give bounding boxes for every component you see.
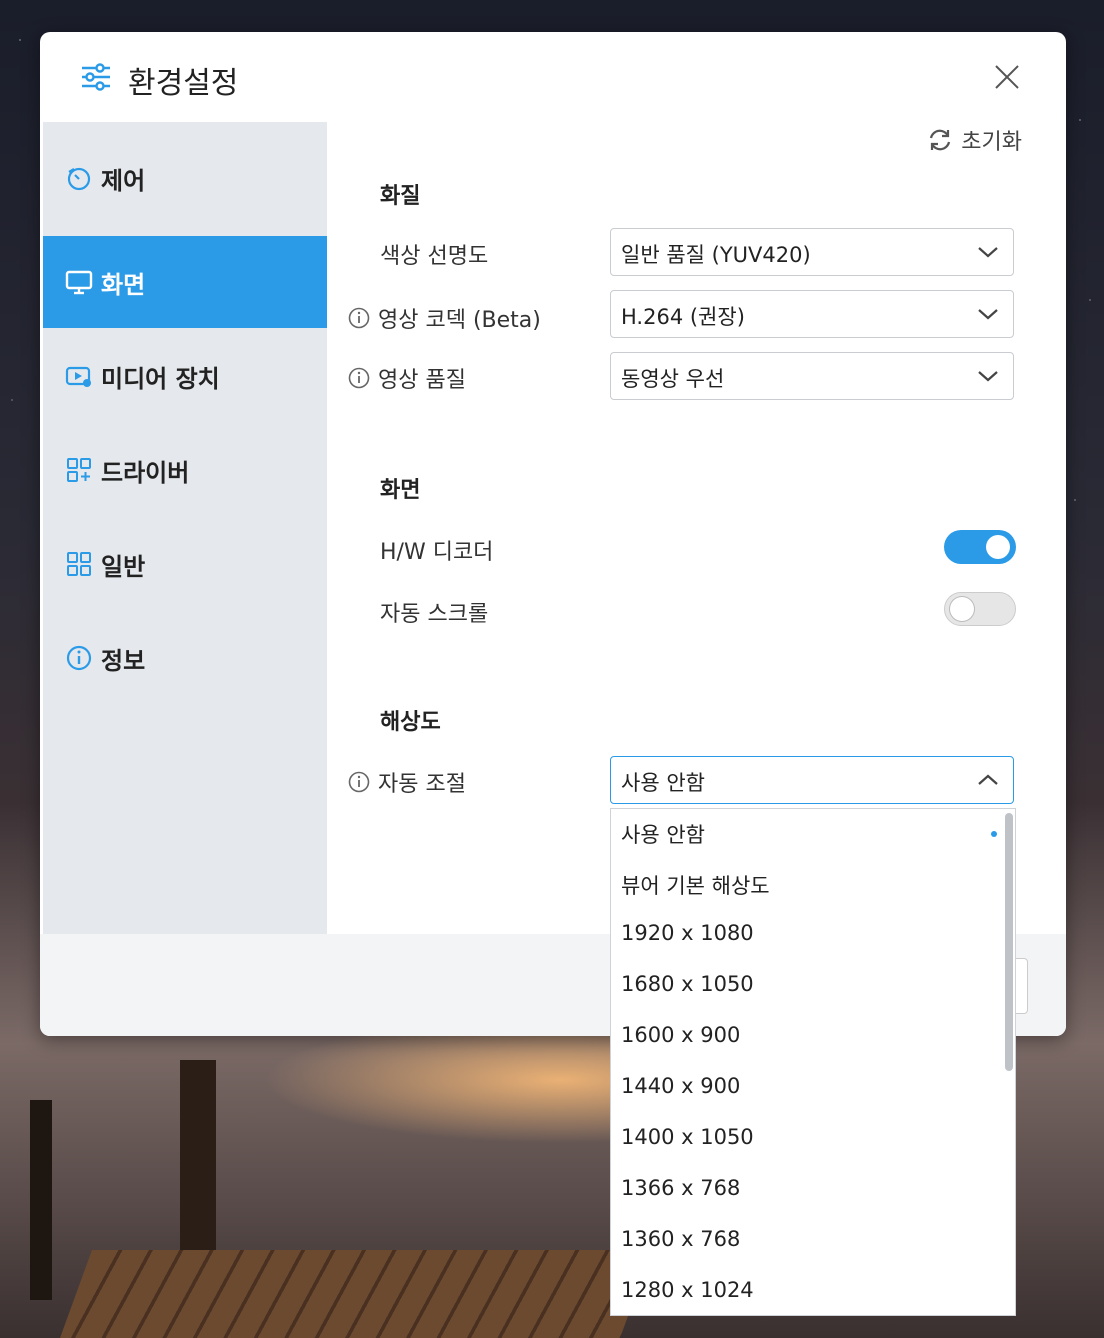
chevron-down-icon (978, 247, 998, 258)
title-bar: 환경설정 (40, 32, 1066, 122)
dropdown-option[interactable]: 1400 x 1050 (621, 1125, 754, 1149)
sidebar-item-control[interactable]: 제어 (43, 132, 327, 224)
dropdown-option[interactable]: 사용 안함 (621, 819, 705, 849)
auto-scroll-toggle[interactable] (944, 592, 1016, 626)
control-icon (67, 167, 91, 191)
media-device-icon (65, 366, 91, 387)
dropdown-scrollbar[interactable] (1005, 813, 1013, 1071)
auto-adjust-value: 사용 안함 (621, 771, 705, 795)
auto-scroll-label: 자동 스크롤 (380, 596, 488, 628)
sidebar-item-label: 정보 (101, 646, 146, 675)
sidebar-item-label: 제어 (101, 166, 146, 195)
sidebar-item-general[interactable]: 일반 (43, 518, 327, 610)
video-quality-select[interactable]: 동영상 우선 (610, 352, 1014, 400)
info-icon[interactable] (348, 367, 370, 389)
sidebar-item-screen[interactable]: 화면 (43, 236, 327, 328)
sidebar-item-label: 미디어 장치 (101, 364, 220, 393)
sidebar-item-media-device[interactable]: 미디어 장치 (43, 330, 327, 422)
resolution-dropdown-list: 사용 안함 뷰어 기본 해상도 1920 x 1080 1680 x 1050 … (610, 808, 1016, 1316)
sidebar-item-info[interactable]: 정보 (43, 612, 327, 704)
info-icon (66, 645, 92, 671)
sidebar-item-label: 일반 (101, 552, 146, 581)
dropdown-option[interactable]: 1366 x 768 (621, 1176, 740, 1200)
dropdown-option[interactable]: 뷰어 기본 해상도 (621, 870, 770, 900)
dialog-title: 환경설정 (128, 66, 239, 101)
close-icon[interactable] (992, 62, 1022, 92)
color-clarity-label-text: 색상 선명도 (380, 244, 489, 269)
info-icon[interactable] (348, 771, 370, 793)
screen-section-title: 화면 (380, 478, 421, 503)
sidebar-item-label: 드라이버 (101, 458, 190, 487)
video-codec-label-text: 영상 코덱 (Beta) (378, 308, 541, 333)
resolution-section-title: 해상도 (380, 710, 441, 735)
dropdown-option[interactable]: 1680 x 1050 (621, 972, 754, 996)
video-codec-select[interactable]: H.264 (권장) (610, 290, 1014, 338)
video-codec-label: 영상 코덱 (Beta) (348, 302, 541, 334)
refresh-icon (930, 129, 951, 151)
color-clarity-label: 색상 선명도 (380, 238, 488, 270)
reset-label: 초기화 (961, 130, 1022, 155)
grid-icon (67, 552, 91, 576)
settings-sliders-icon (82, 63, 110, 91)
hw-decoder-toggle[interactable] (944, 530, 1016, 564)
dropdown-option[interactable]: 1280 x 1024 (621, 1278, 754, 1302)
hw-decoder-label: H/W 디코더 (380, 534, 493, 566)
dropdown-option[interactable]: 1360 x 768 (621, 1227, 740, 1251)
auto-scroll-label-text: 자동 스크롤 (380, 602, 489, 627)
color-clarity-value: 일반 품질 (YUV420) (621, 243, 811, 267)
selected-indicator (991, 831, 997, 837)
chevron-down-icon (978, 371, 998, 382)
sidebar-item-driver[interactable]: 드라이버 (43, 424, 327, 516)
auto-adjust-label: 자동 조절 (348, 766, 466, 798)
video-quality-label-text: 영상 품질 (378, 368, 466, 393)
hw-decoder-label-text: H/W 디코더 (380, 540, 494, 565)
pier-post (180, 1060, 216, 1280)
pier-deck (60, 1250, 653, 1338)
dropdown-option[interactable]: 1440 x 900 (621, 1074, 740, 1098)
driver-icon (67, 458, 91, 482)
dropdown-option[interactable]: 1600 x 900 (621, 1023, 740, 1047)
dropdown-option[interactable]: 1920 x 1080 (621, 921, 754, 945)
video-quality-label: 영상 품질 (348, 362, 466, 394)
sidebar: 제어 화면 미디어 장치 드라이버 일반 정보 (43, 122, 327, 934)
monitor-icon (65, 270, 93, 295)
pier-post (30, 1100, 52, 1300)
quality-section-title: 화질 (380, 184, 421, 209)
toggle-knob (986, 535, 1010, 559)
chevron-up-icon (978, 774, 998, 785)
auto-adjust-label-text: 자동 조절 (378, 772, 466, 797)
video-quality-value: 동영상 우선 (621, 367, 725, 391)
chevron-down-icon (978, 309, 998, 320)
toggle-knob (950, 597, 974, 621)
sidebar-item-label: 화면 (101, 270, 146, 299)
video-codec-value: H.264 (권장) (621, 305, 745, 329)
reset-button[interactable]: 초기화 (927, 124, 1022, 156)
auto-adjust-select[interactable]: 사용 안함 (610, 756, 1014, 804)
info-icon[interactable] (348, 307, 370, 329)
color-clarity-select[interactable]: 일반 품질 (YUV420) (610, 228, 1014, 276)
